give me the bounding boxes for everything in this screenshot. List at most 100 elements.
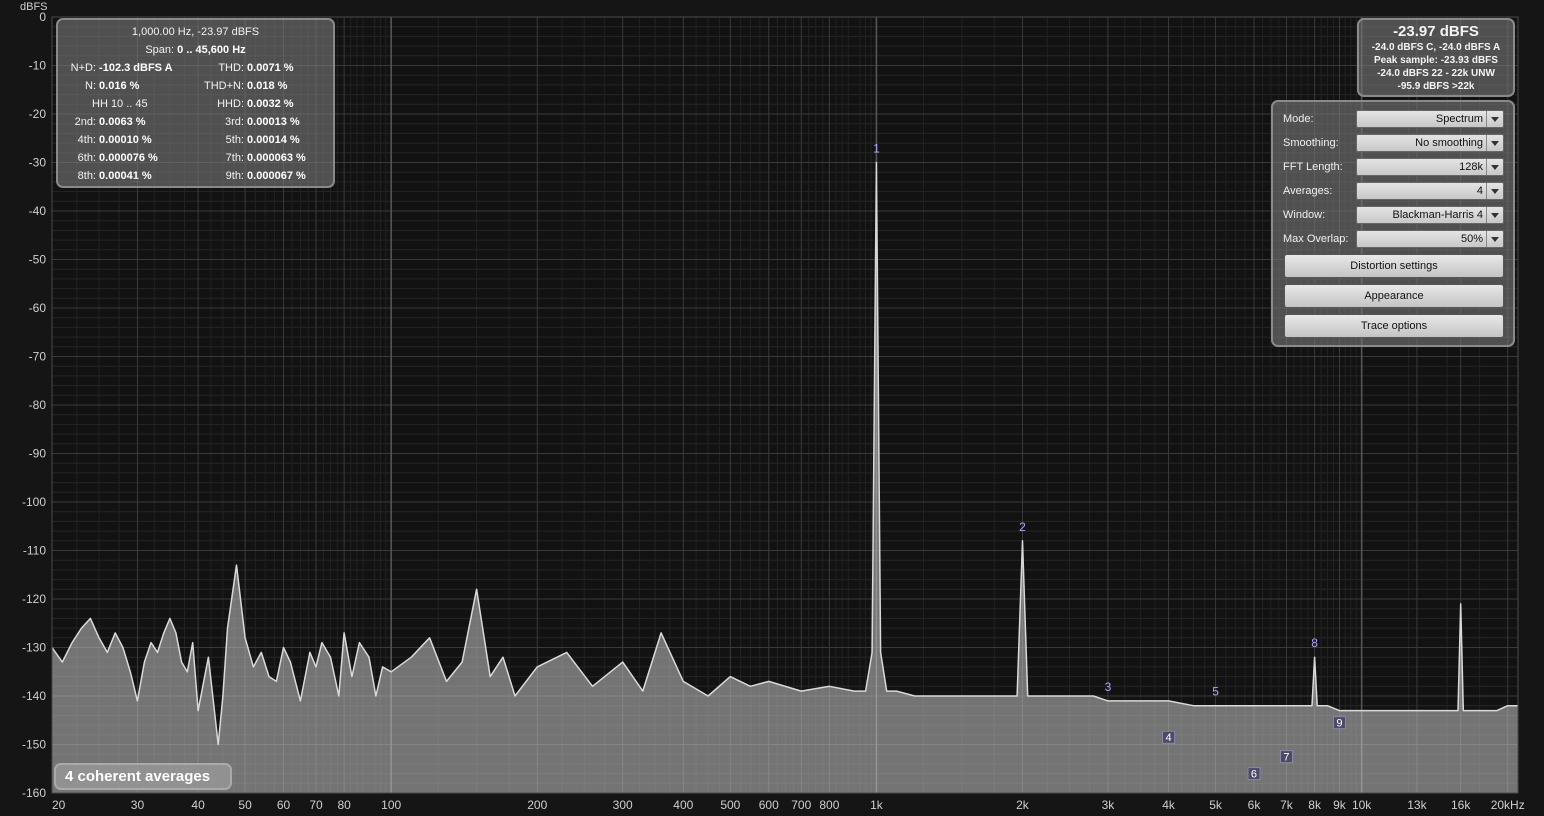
appearance-button[interactable]: Appearance [1284, 284, 1504, 308]
y-tick-label: -80 [29, 398, 47, 412]
info-value: 0.000063 % [244, 152, 306, 164]
info-cell: 3rd: 0.00013 % [200, 116, 300, 128]
info-value: 0.018 % [244, 80, 288, 92]
x-tick-label: 10k [1352, 798, 1372, 812]
x-tick-label: 7k [1280, 798, 1294, 812]
info-cell: HH 10 .. 45 [92, 98, 148, 110]
max-overlap-value: 50% [1460, 233, 1483, 245]
harmonic-marker-label: 9 [1336, 718, 1342, 730]
y-tick-label: -40 [29, 204, 47, 218]
x-tick-label: 4k [1162, 798, 1176, 812]
y-tick-label: -30 [29, 156, 47, 170]
level-line: -24.0 dBFS 22 - 22k UNW [1377, 68, 1495, 79]
y-tick-label: -20 [29, 107, 47, 121]
info-label: 4th: [77, 134, 96, 146]
y-tick-label: -100 [22, 495, 46, 509]
harmonic-marker-label: 2 [1019, 520, 1026, 534]
smoothing-select[interactable]: No smoothing [1356, 134, 1504, 152]
x-tick-label: 80 [337, 798, 351, 812]
y-tick-label: -60 [29, 301, 47, 315]
analyzer-settings-panel: Mode: Spectrum Smoothing: No smoothing F… [1271, 100, 1515, 347]
x-tick-label: 50 [238, 798, 252, 812]
info-label: 7th: [225, 152, 244, 164]
y-axis-unit-label: dBFS [20, 1, 48, 13]
trace-options-button[interactable]: Trace options [1284, 314, 1504, 338]
info-label: N+D: [70, 62, 96, 74]
chevron-down-icon[interactable] [1486, 231, 1503, 247]
info-label: 9th: [225, 170, 244, 182]
y-tick-label: -120 [22, 592, 46, 606]
x-tick-label: 400 [673, 798, 693, 812]
info-label: HH 10 .. 45 [92, 98, 148, 110]
harmonic-marker-label: 6 [1251, 769, 1257, 781]
harmonic-marker-label: 8 [1311, 636, 1318, 650]
info-row: 6th: 0.000076 % 7th: 0.000063 % [58, 152, 333, 168]
info-cell: 9th: 0.000067 % [200, 170, 306, 182]
info-label: HHD: [217, 98, 244, 110]
level-line: -95.9 dBFS >22k [1397, 81, 1475, 92]
chevron-down-icon[interactable] [1486, 159, 1503, 175]
x-tick-label: 16k [1451, 798, 1471, 812]
x-tick-label: 9k [1333, 798, 1347, 812]
x-tick-label: 500 [720, 798, 740, 812]
smoothing-row: Smoothing: No smoothing [1283, 134, 1507, 152]
distortion-settings-button[interactable]: Distortion settings [1284, 254, 1504, 278]
fft-length-label: FFT Length: [1283, 161, 1343, 173]
x-tick-label: 20kHz [1491, 798, 1525, 812]
y-tick-label: -140 [22, 689, 46, 703]
y-tick-label: -50 [29, 253, 47, 267]
x-tick-label: 30 [131, 798, 145, 812]
chevron-down-icon[interactable] [1486, 207, 1503, 223]
info-value: -102.3 dBFS A [96, 62, 173, 74]
info-label: THD: [218, 62, 244, 74]
max-overlap-row: Max Overlap: 50% [1283, 230, 1507, 248]
chevron-down-icon[interactable] [1486, 111, 1503, 127]
x-tick-label: 8k [1308, 798, 1322, 812]
info-value: 0.0063 % [96, 116, 146, 128]
averages-select[interactable]: 4 [1356, 182, 1504, 200]
harmonic-marker-label: 4 [1165, 732, 1171, 744]
mode-label: Mode: [1283, 113, 1314, 125]
mode-select[interactable]: Spectrum [1356, 110, 1504, 128]
chevron-down-icon[interactable] [1486, 135, 1503, 151]
info-label: 8th: [77, 170, 96, 182]
x-tick-label: 13k [1407, 798, 1427, 812]
x-tick-label: 600 [759, 798, 779, 812]
span-label: Span: [145, 44, 175, 56]
info-cell: THD: 0.0071 % [200, 62, 294, 74]
y-tick-label: -160 [22, 786, 46, 800]
info-value: 0.00010 % [96, 134, 152, 146]
info-cell: 2nd: 0.0063 % [66, 116, 146, 128]
info-label: THD+N: [203, 80, 244, 92]
fft-length-row: FFT Length: 128k [1283, 158, 1507, 176]
x-tick-label: 300 [613, 798, 633, 812]
fft-length-select[interactable]: 128k [1356, 158, 1504, 176]
info-row: HH 10 .. 45 HHD: 0.0032 % [58, 98, 333, 114]
window-select[interactable]: Blackman-Harris 4 [1356, 206, 1504, 224]
window-value: Blackman-Harris 4 [1392, 209, 1483, 221]
y-tick-label: -90 [29, 447, 47, 461]
level-line: -24.0 dBFS C, -24.0 dBFS A [1371, 42, 1501, 53]
max-overlap-select[interactable]: 50% [1356, 230, 1504, 248]
window-row: Window: Blackman-Harris 4 [1283, 206, 1507, 224]
y-axis-labels: 0-10-20-30-40-50-60-70-80-90-100-110-120… [22, 10, 46, 800]
harmonic-marker-label: 5 [1212, 685, 1219, 699]
info-value: 0.0071 % [244, 62, 294, 74]
x-axis-labels: 20 30 40 50 60 70 80 100 200 300 400 500 600 700 800 1k… [52, 798, 1525, 812]
x-tick-label: 200 [527, 798, 547, 812]
info-value: 0.00014 % [244, 134, 300, 146]
info-row: N: 0.016 % THD+N: 0.018 % [58, 80, 333, 96]
x-tick-label: 70 [309, 798, 323, 812]
mode-row: Mode: Spectrum [1283, 110, 1507, 128]
harmonic-marker-label: 7 [1283, 752, 1289, 764]
smoothing-value: No smoothing [1415, 137, 1483, 149]
info-label: 3rd: [225, 116, 244, 128]
averages-value: 4 [1476, 185, 1483, 197]
harmonic-marker-label: 1 [873, 142, 880, 156]
chevron-down-icon[interactable] [1486, 183, 1503, 199]
info-cell: 6th: 0.000076 % [66, 152, 158, 164]
level-line: Peak sample: -23.93 dBFS [1374, 55, 1498, 66]
info-cell: 7th: 0.000063 % [200, 152, 306, 164]
harmonic-marker-label: 3 [1105, 680, 1112, 694]
info-label: 6th: [77, 152, 96, 164]
